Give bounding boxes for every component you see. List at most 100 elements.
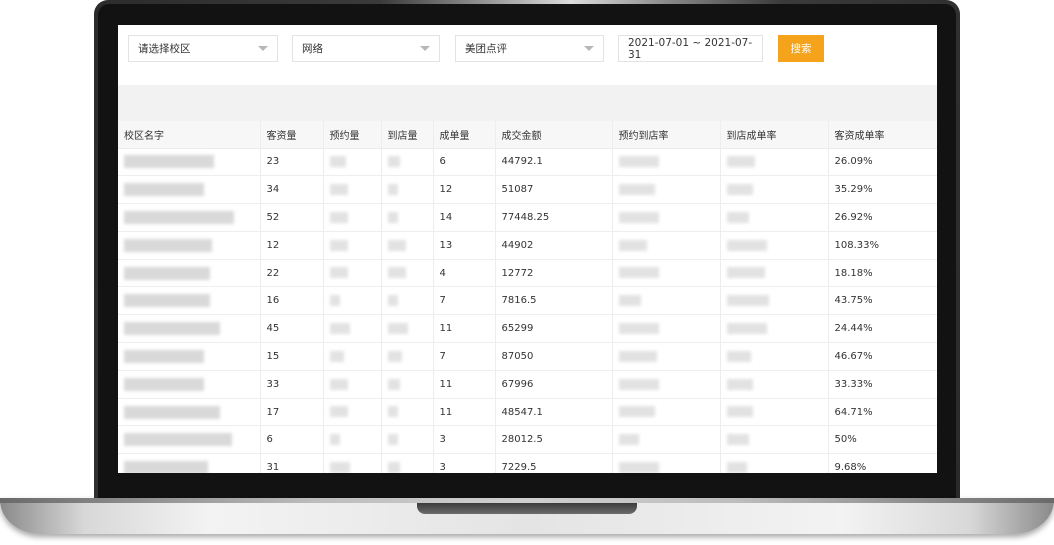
amount-cell: 7816.5: [495, 286, 613, 316]
amount-cell: 12772: [495, 259, 613, 288]
table-row[interactable]: 17 11 48547.1 64.71%: [118, 398, 937, 427]
appointments-cell: [323, 398, 382, 427]
orders-cell: 12: [433, 175, 496, 205]
source-select[interactable]: 美团点评: [455, 35, 604, 62]
redacted-value: [387, 434, 398, 446]
redacted-value: [618, 378, 659, 390]
redacted-value: [726, 239, 767, 251]
column-header[interactable]: 预约到店率: [612, 121, 721, 149]
toolbar-band: [118, 85, 937, 121]
leads-cell: 33: [260, 370, 324, 399]
redacted-name: [124, 433, 232, 447]
visits-cell: [381, 231, 434, 260]
leads-cell: 45: [260, 314, 324, 344]
table-row[interactable]: 15 7 87050 46.67%: [118, 342, 937, 371]
redacted-value: [726, 461, 747, 473]
close-rate-cell: [720, 370, 829, 399]
table-row[interactable]: 16 7 7816.5 43.75%: [118, 286, 937, 316]
column-header[interactable]: 到店量: [381, 121, 434, 149]
table-row[interactable]: 31 3 7229.5 9.68%: [118, 453, 937, 473]
table-row[interactable]: 34 12 51087 35.29%: [118, 175, 937, 205]
redacted-name: [124, 183, 204, 197]
column-header[interactable]: 成单量: [433, 121, 496, 149]
visit-rate-cell: [612, 175, 721, 205]
column-header[interactable]: 到店成单率: [720, 121, 829, 149]
lead-rate-cell: 46.67%: [828, 342, 937, 371]
orders-cell: 11: [433, 314, 496, 344]
campus-name-cell: [118, 203, 261, 232]
close-rate-cell: [720, 259, 829, 288]
lead-rate-cell: 35.29%: [828, 175, 937, 205]
redacted-value: [329, 378, 348, 390]
table-row[interactable]: 45 11 65299 24.44%: [118, 314, 937, 344]
table-row[interactable]: 52 14 77448.25 26.92%: [118, 203, 937, 232]
column-header[interactable]: 校区名字: [118, 121, 261, 149]
visits-cell: [381, 370, 434, 399]
redacted-value: [387, 211, 398, 223]
table-row[interactable]: 22 4 12772 18.18%: [118, 259, 937, 288]
redacted-value: [329, 156, 346, 168]
table-row[interactable]: 6 3 28012.5 50%: [118, 425, 937, 455]
amount-cell: 7229.5: [495, 453, 613, 473]
visits-cell: [381, 342, 434, 371]
redacted-value: [618, 350, 657, 362]
orders-cell: 3: [433, 453, 496, 473]
orders-cell: 6: [433, 148, 496, 177]
table-row[interactable]: 33 11 67996 33.33%: [118, 370, 937, 399]
campus-name-cell: [118, 425, 261, 455]
amount-cell: 51087: [495, 175, 613, 205]
channel-select[interactable]: 网络: [292, 35, 440, 62]
redacted-value: [618, 156, 659, 168]
visits-cell: [381, 286, 434, 316]
leads-cell: 31: [260, 453, 324, 473]
search-button[interactable]: 搜索: [778, 35, 824, 62]
appointments-cell: [323, 203, 382, 232]
column-header[interactable]: 客资成单率: [828, 121, 937, 149]
redacted-name: [124, 266, 210, 280]
lead-rate-cell: 43.75%: [828, 286, 937, 316]
redacted-name: [124, 238, 212, 252]
redacted-value: [618, 434, 639, 446]
visit-rate-cell: [612, 259, 721, 288]
appointments-cell: [323, 231, 382, 260]
appointments-cell: [323, 148, 382, 177]
redacted-value: [726, 211, 749, 223]
orders-cell: 13: [433, 231, 496, 260]
table-row[interactable]: 23 6 44792.1 26.09%: [118, 148, 937, 177]
orders-cell: 7: [433, 286, 496, 316]
redacted-value: [329, 267, 348, 279]
leads-cell: 52: [260, 203, 324, 232]
redacted-value: [387, 461, 400, 473]
chevron-down-icon: [420, 46, 430, 51]
visit-rate-cell: [612, 148, 721, 177]
campus-select[interactable]: 请选择校区: [128, 35, 278, 62]
leads-cell: 34: [260, 175, 324, 205]
column-header[interactable]: 客资量: [260, 121, 324, 149]
close-rate-cell: [720, 342, 829, 371]
leads-cell: 6: [260, 425, 324, 455]
visit-rate-cell: [612, 203, 721, 232]
lead-rate-cell: 9.68%: [828, 453, 937, 473]
column-header[interactable]: 成交金额: [495, 121, 613, 149]
visit-rate-cell: [612, 314, 721, 344]
orders-cell: 4: [433, 259, 496, 288]
redacted-name: [124, 210, 234, 224]
visit-rate-cell: [612, 453, 721, 473]
close-rate-cell: [720, 314, 829, 344]
lead-rate-cell: 33.33%: [828, 370, 937, 399]
table-body: 23 6 44792.1 26.09% 34 12 51087 35.29% 5…: [118, 148, 937, 473]
orders-cell: 14: [433, 203, 496, 232]
date-range-value: 2021-07-01 ~ 2021-07-31: [628, 36, 753, 61]
date-range-input[interactable]: 2021-07-01 ~ 2021-07-31: [618, 35, 763, 62]
campus-name-cell: [118, 453, 261, 473]
redacted-value: [726, 378, 753, 390]
redacted-value: [329, 434, 340, 446]
redacted-value: [329, 406, 348, 418]
redacted-value: [387, 156, 400, 168]
visit-rate-cell: [612, 425, 721, 455]
column-header[interactable]: 预约量: [323, 121, 382, 149]
appointments-cell: [323, 425, 382, 455]
close-rate-cell: [720, 231, 829, 260]
table-row[interactable]: 12 13 44902 108.33%: [118, 231, 937, 260]
chevron-down-icon: [584, 46, 594, 51]
